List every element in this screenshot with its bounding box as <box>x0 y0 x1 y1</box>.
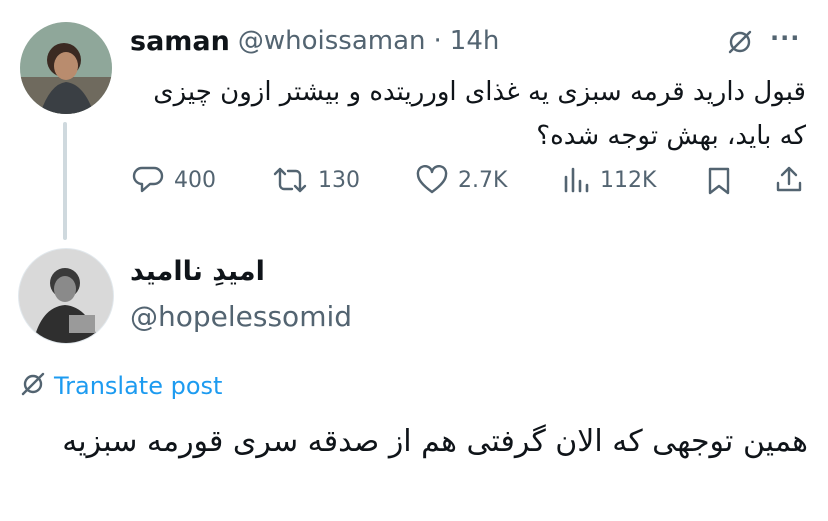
bookmark-icon[interactable] <box>706 166 732 200</box>
translate-post-label[interactable]: Translate post <box>54 372 222 400</box>
reply-author-name[interactable]: امیدِ ناامید <box>130 256 265 287</box>
reply-count: 400 <box>174 167 216 193</box>
author-handle[interactable]: @whoissaman <box>238 26 426 56</box>
author-name[interactable]: saman <box>130 26 230 57</box>
retweet-button[interactable]: 130 <box>272 165 360 195</box>
views-button[interactable]: 112K <box>562 165 656 195</box>
reply-text: همین توجهی که الان گرفتی هم از صدقه سری … <box>62 424 808 459</box>
grok-icon[interactable] <box>726 28 754 60</box>
heart-icon <box>416 165 448 195</box>
tweet-text: قبول دارید قرمه سبزی یه غذای اورریتده و … <box>153 77 806 151</box>
separator-dot: · <box>433 26 442 56</box>
reply-button[interactable]: 400 <box>132 165 216 195</box>
translate-post-link[interactable]: Translate post <box>20 371 222 401</box>
thread-line <box>63 122 67 240</box>
retweet-icon <box>272 165 308 195</box>
retweet-count: 130 <box>318 167 360 193</box>
like-button[interactable]: 2.7K <box>416 165 507 195</box>
translate-icon <box>20 371 46 401</box>
reply-icon <box>132 165 164 195</box>
tweet-header: saman @whoissaman · 14h <box>130 24 499 58</box>
views-count: 112K <box>600 167 657 193</box>
reply-author-avatar[interactable] <box>18 248 114 344</box>
reply-author-handle[interactable]: @hopelessomid <box>130 300 352 333</box>
share-icon[interactable] <box>774 164 804 198</box>
views-icon <box>562 165 590 195</box>
more-options-button[interactable]: ··· <box>770 24 800 52</box>
tweet-time[interactable]: 14h <box>450 26 500 56</box>
like-count: 2.7K <box>458 167 508 193</box>
author-avatar[interactable] <box>20 22 112 114</box>
